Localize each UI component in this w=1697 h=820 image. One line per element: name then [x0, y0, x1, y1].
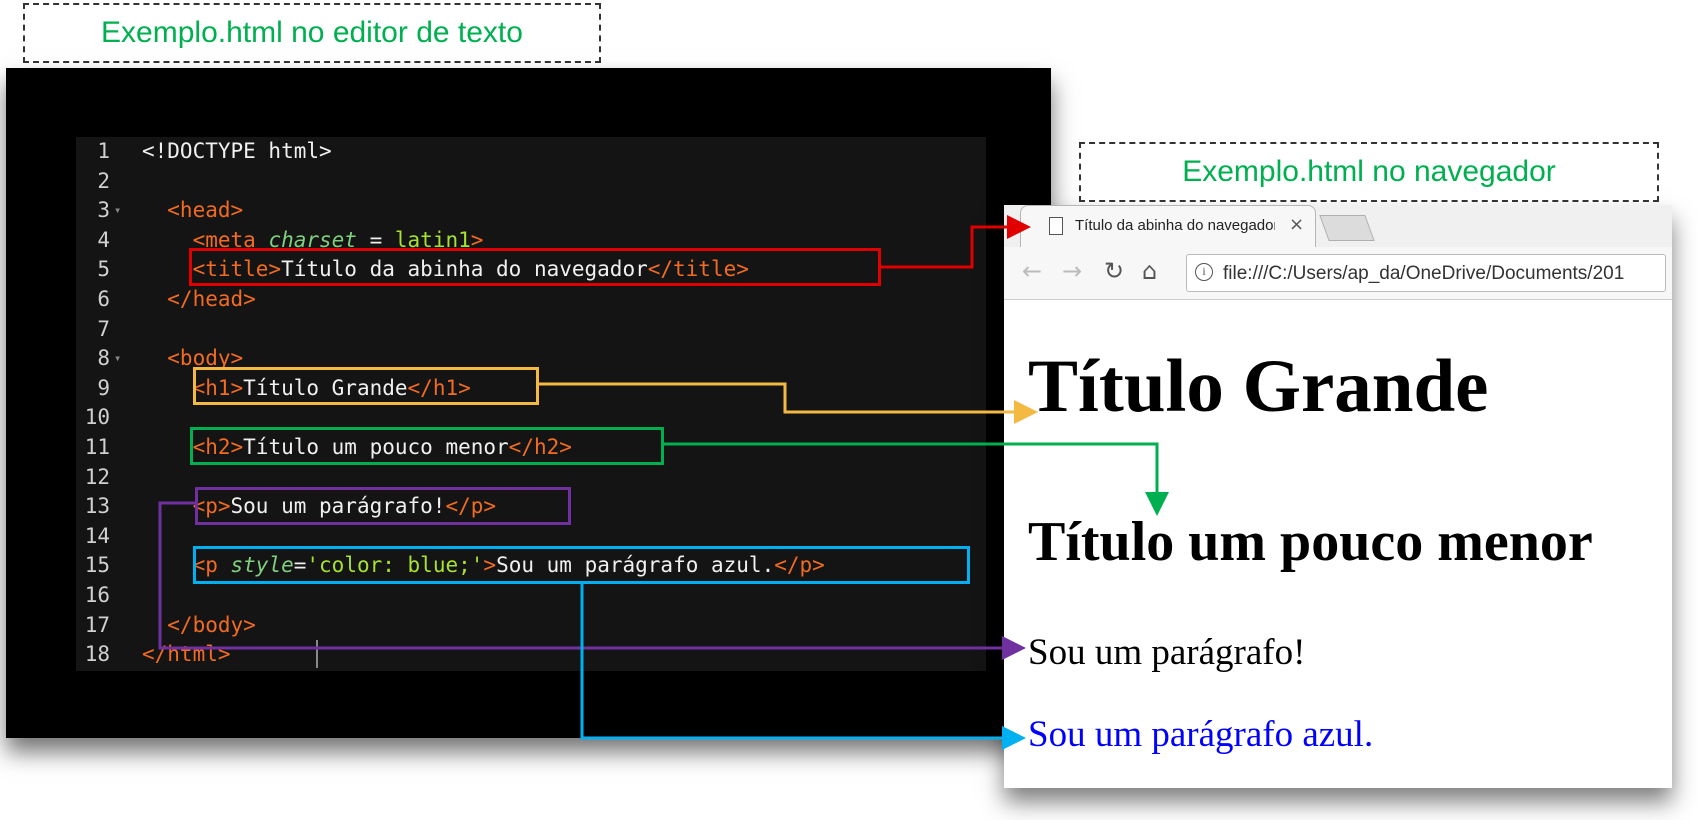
code-text: </body>	[142, 612, 256, 637]
code-line: 1 <!DOCTYPE html>	[76, 137, 986, 167]
address-bar[interactable]: i file:///C:/Users/ap_da/OneDrive/Docume…	[1186, 254, 1666, 292]
url-text[interactable]: file:///C:/Users/ap_da/OneDrive/Document…	[1223, 263, 1624, 285]
line-number: 6	[97, 287, 110, 311]
line-number: 15	[84, 553, 110, 578]
line-number: 18	[84, 642, 110, 667]
code-text: <!DOCTYPE html>	[142, 139, 332, 163]
page-paragraph: Sou um parágrafo!	[1028, 632, 1306, 673]
line-number: 5	[97, 257, 110, 282]
code-line: 6 </head>	[76, 285, 986, 315]
home-icon[interactable]: ⌂	[1142, 259, 1157, 283]
page-heading-h2: Título um pouco menor	[1028, 511, 1593, 573]
code-line: 2	[76, 167, 986, 197]
line-number: 9	[97, 375, 110, 400]
line-number: 1	[97, 139, 110, 163]
line-number: 14	[84, 523, 110, 548]
fold-arrow-icon[interactable]: ▾	[114, 196, 121, 226]
line-number: 7	[97, 316, 110, 341]
browser-toolbar: ← → ↻ ⌂ i file:///C:/Users/ap_da/OneDriv…	[1004, 247, 1672, 300]
highlight-p-blue	[193, 546, 970, 584]
browser-caption: Exemplo.html no navegador	[1079, 142, 1659, 202]
line-number: 12	[84, 464, 110, 489]
line-number: 8	[97, 346, 110, 371]
browser-tab[interactable]: Título da abinha do navegador ×	[1020, 205, 1316, 247]
line-number: 16	[84, 583, 110, 607]
tab-strip: Título da abinha do navegador ×	[1004, 205, 1672, 247]
highlight-h2	[190, 427, 664, 465]
text-cursor	[316, 640, 318, 669]
fold-arrow-icon[interactable]: ▾	[114, 344, 121, 374]
forward-arrow-icon[interactable]: →	[1062, 259, 1082, 283]
line-number: 2	[97, 168, 110, 193]
code-line: 16	[76, 581, 986, 611]
code-line: 17 </body>	[76, 611, 986, 641]
page-paragraph-blue: Sou um parágrafo azul.	[1028, 714, 1374, 755]
highlight-p	[195, 487, 571, 525]
code-text: </head>	[142, 287, 256, 311]
new-tab-button[interactable]	[1319, 215, 1375, 241]
code-text: <head>	[142, 198, 244, 223]
code-line: 3 ▾ <head>	[76, 196, 986, 226]
page-icon	[1049, 217, 1063, 235]
tab-title: Título da abinha do navegador	[1075, 217, 1275, 234]
line-number: 17	[84, 612, 110, 637]
line-number: 3	[97, 198, 110, 223]
code-line: 18 </html>	[76, 640, 986, 670]
page-heading-h1: Título Grande	[1028, 345, 1489, 428]
line-number: 11	[84, 435, 110, 459]
line-number: 13	[84, 494, 110, 519]
info-icon[interactable]: i	[1195, 263, 1213, 281]
page-viewport: Título Grande Título um pouco menor Sou …	[1004, 300, 1672, 788]
line-number: 4	[97, 227, 110, 252]
back-arrow-icon[interactable]: ←	[1022, 259, 1042, 283]
highlight-title	[189, 248, 881, 286]
line-number: 10	[84, 405, 110, 430]
highlight-h1	[193, 367, 539, 405]
code-text: </html>	[142, 642, 231, 667]
editor-caption: Exemplo.html no editor de texto	[23, 3, 601, 63]
tab-close-icon[interactable]: ×	[1289, 214, 1304, 235]
browser-window: Título da abinha do navegador × ← → ↻ ⌂ …	[1004, 205, 1672, 788]
code-line: 7	[76, 315, 986, 345]
reload-icon[interactable]: ↻	[1104, 259, 1124, 283]
